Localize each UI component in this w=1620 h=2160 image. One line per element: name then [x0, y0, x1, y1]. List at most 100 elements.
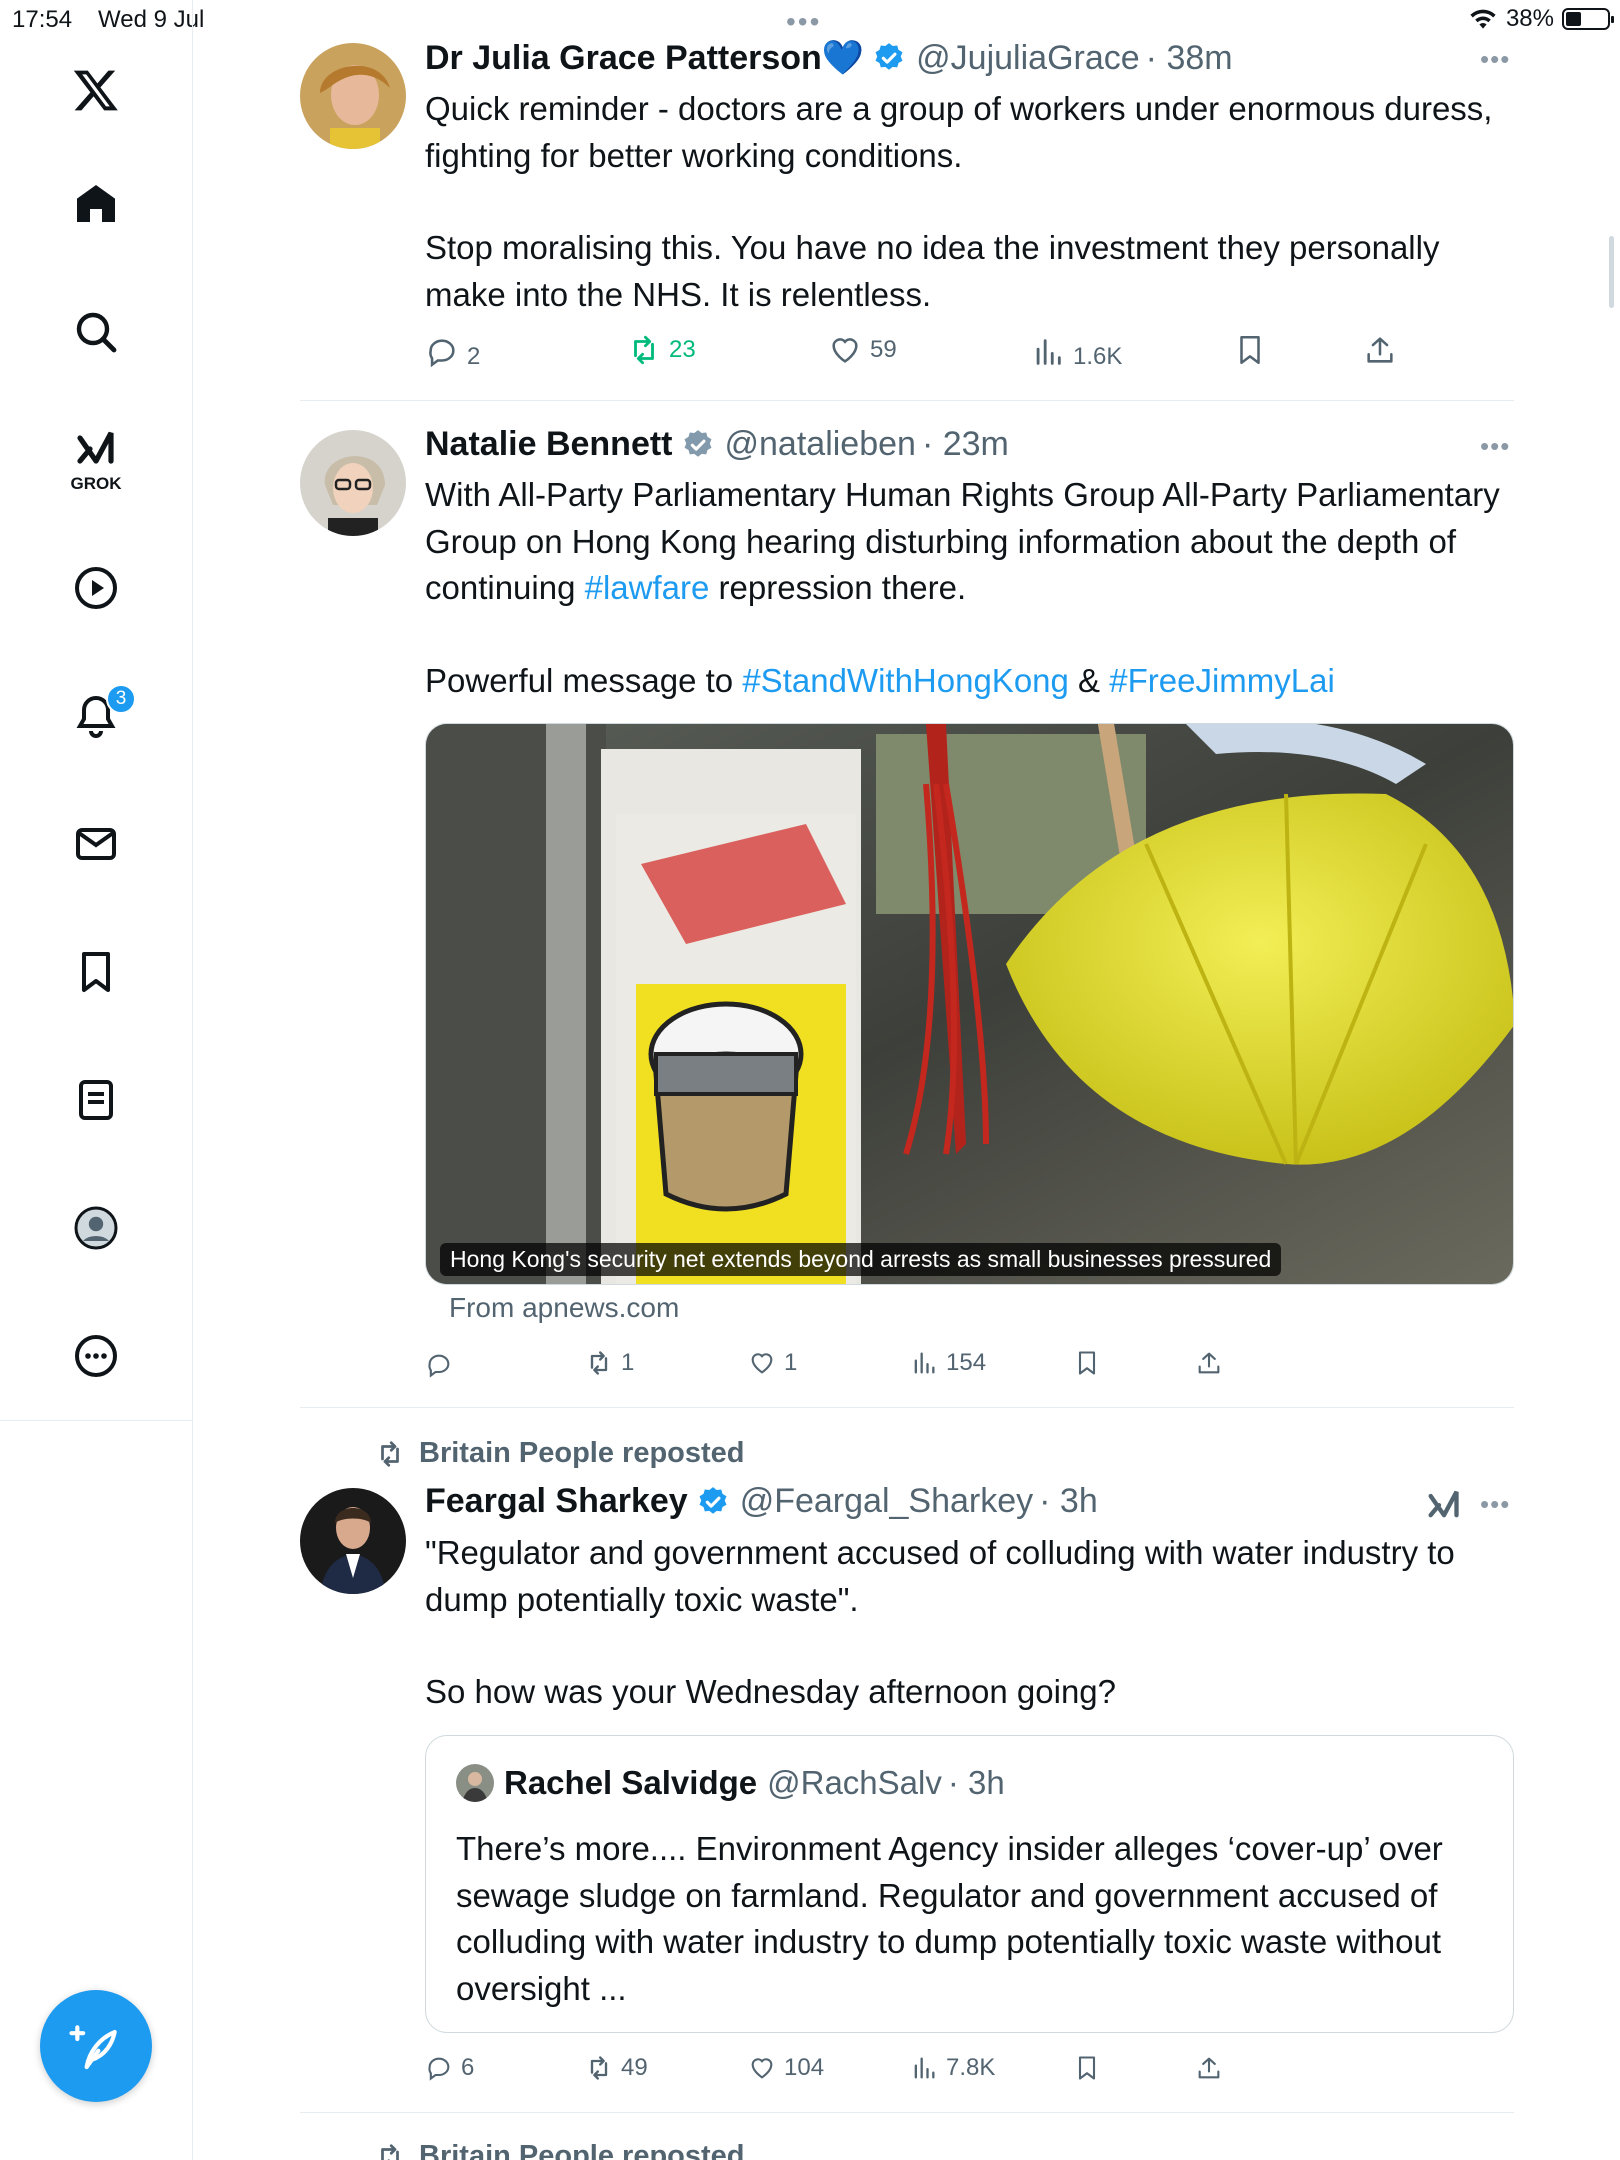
repost-context[interactable]: Britain People reposted	[375, 1437, 745, 1470]
bookmark-button[interactable]	[1073, 2054, 1101, 2082]
views-button[interactable]: 7.8K	[910, 2054, 995, 2082]
notifications-badge: 3	[106, 684, 136, 714]
share-icon	[1367, 337, 1393, 363]
views-button[interactable]: 1.6K	[1031, 333, 1122, 371]
quote-text: There’s more.... Environment Agency insi…	[456, 1830, 1443, 2007]
messages-envelope-icon[interactable]	[60, 808, 132, 880]
grok-label: GROK	[70, 474, 122, 493]
tweet-text-line: Quick reminder - doctors are a group of …	[425, 90, 1493, 174]
battery-icon	[1562, 8, 1614, 30]
tweet-text-line: Powerful message to	[425, 661, 743, 699]
heart-icon	[832, 338, 858, 363]
avatar[interactable]	[300, 1488, 406, 1594]
repost-count: 1	[621, 1349, 635, 1376]
reply-button[interactable]: 2	[425, 333, 480, 371]
author-name[interactable]: Dr Julia Grace Patterson💙	[425, 38, 864, 78]
repost-count: 49	[621, 2054, 648, 2081]
tweet-text-line: Stop moralising this. You have no idea t…	[425, 229, 1440, 313]
avatar[interactable]	[300, 43, 406, 149]
tweet-time[interactable]: · 38m	[1146, 39, 1233, 78]
hashtag-link[interactable]: #lawfare	[585, 569, 710, 606]
views-chart-icon	[914, 1352, 935, 1374]
tweet-text-line: So how was your Wednesday afternoon goin…	[425, 1673, 1117, 1710]
heart-icon	[751, 2058, 773, 2079]
bookmark-icon	[1078, 1351, 1096, 1375]
sidebar-divider	[0, 1420, 193, 1421]
scrollbar[interactable]	[1609, 236, 1614, 308]
avatar[interactable]	[300, 430, 406, 536]
hashtag-link[interactable]: #StandWithHongKong	[742, 662, 1069, 699]
tweet-time[interactable]: · 23m	[922, 425, 1009, 464]
bookmark-button[interactable]	[1233, 333, 1267, 367]
x-logo-icon[interactable]	[60, 54, 132, 126]
quoted-tweet[interactable]: Rachel Salvidge @RachSalv · 3h There’s m…	[425, 1735, 1514, 2033]
reply-icon	[428, 1354, 450, 1378]
more-options-icon[interactable]: •••	[1480, 44, 1510, 75]
link-card-image[interactable]: Hong Kong's security net extends beyond …	[425, 723, 1514, 1285]
tweet-divider	[300, 1407, 1514, 1408]
bookmarks-icon[interactable]	[60, 936, 132, 1008]
sidebar: GROK 3	[0, 0, 193, 2160]
tweet-body: "Regulator and government accused of col…	[425, 1530, 1515, 1716]
share-button[interactable]	[1195, 2054, 1223, 2082]
repost-icon	[590, 1351, 608, 1375]
repost-icon	[590, 2056, 608, 2080]
profile-icon[interactable]	[60, 1192, 132, 1264]
quote-avatar	[456, 1764, 494, 1802]
share-icon	[1198, 2057, 1220, 2079]
repost-count: 23	[669, 336, 696, 363]
views-button[interactable]: 154	[910, 1349, 986, 1377]
more-circle-icon[interactable]	[60, 1320, 132, 1392]
repost-icon	[634, 335, 654, 365]
repost-button[interactable]: 1	[585, 1349, 634, 1377]
share-button[interactable]	[1195, 1349, 1223, 1377]
heart-icon	[751, 1353, 773, 1374]
more-options-icon[interactable]: •••	[1480, 1489, 1510, 1520]
share-icon	[1198, 1352, 1220, 1374]
bookmark-button[interactable]	[1073, 1349, 1101, 1377]
like-button[interactable]: 104	[748, 2054, 824, 2082]
lists-icon[interactable]	[60, 1064, 132, 1136]
tweet-time[interactable]: · 3h	[1039, 1482, 1098, 1521]
repost-icon	[381, 2143, 399, 2160]
author-handle[interactable]: @JujuliaGrace	[916, 39, 1140, 78]
like-button[interactable]: 1	[748, 1349, 797, 1377]
multitask-dots-icon[interactable]: •••	[786, 6, 821, 38]
home-icon[interactable]	[60, 168, 132, 240]
views-chart-icon	[914, 2057, 935, 2079]
reply-button[interactable]	[425, 1351, 453, 1379]
tweet-text-line: &	[1068, 661, 1110, 699]
tweet-divider	[300, 400, 1514, 401]
reply-count: 6	[461, 2054, 475, 2081]
more-options-icon[interactable]: •••	[1480, 431, 1510, 462]
link-source[interactable]: From apnews.com	[449, 1292, 679, 1324]
author-name[interactable]: Feargal Sharkey	[425, 1482, 688, 1521]
reply-button[interactable]: 6	[425, 2054, 474, 2082]
view-count: 7.8K	[946, 2054, 996, 2081]
verified-badge-icon	[875, 43, 903, 70]
tweet-divider	[300, 2112, 1514, 2113]
repost-context[interactable]: Britain People reposted	[375, 2140, 745, 2160]
author-handle[interactable]: @natalieben	[725, 425, 916, 464]
bookmark-icon	[1078, 2056, 1096, 2080]
repost-icon	[381, 1440, 399, 1467]
hashtag-link[interactable]: #FreeJimmyLai	[1109, 662, 1335, 699]
reply-icon	[429, 339, 455, 368]
like-button[interactable]: 59	[828, 333, 897, 367]
reply-icon	[428, 2057, 450, 2081]
quote-time: · 3h	[947, 1764, 1005, 1801]
tweet-text-line: repression there.	[709, 569, 967, 606]
author-handle[interactable]: @Feargal_Sharkey	[740, 1482, 1033, 1521]
repost-button[interactable]: 49	[585, 2054, 648, 2082]
compose-button[interactable]	[40, 1990, 152, 2102]
verified-badge-gray-icon	[684, 429, 711, 457]
grok-icon[interactable]	[1424, 1486, 1464, 1526]
search-icon[interactable]	[60, 296, 132, 368]
repost-button[interactable]: 23	[627, 333, 696, 367]
share-button[interactable]	[1363, 333, 1397, 367]
repost-context-label: Britain People reposted	[419, 2140, 745, 2160]
tweet-body: With All-Party Parliamentary Human Right…	[425, 472, 1515, 704]
wifi-icon	[1470, 9, 1496, 29]
video-play-icon[interactable]	[60, 552, 132, 624]
author-name[interactable]: Natalie Bennett	[425, 425, 673, 464]
